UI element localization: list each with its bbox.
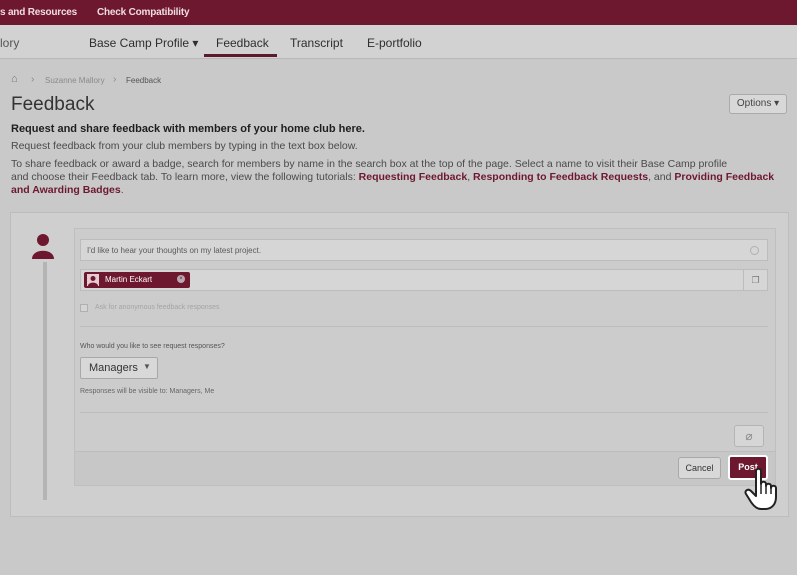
timeline-line (43, 262, 47, 500)
caret-down-icon: ▼ (143, 362, 151, 371)
top-bar: s and Resources Check Compatibility (0, 0, 797, 25)
help-text-line-2: and choose their Feedback tab. To learn … (11, 171, 359, 183)
awarding-badges-link[interactable]: and Awarding Badges (11, 184, 121, 196)
tab-transcript[interactable]: Transcript (290, 36, 343, 50)
responding-feedback-link[interactable]: Responding to Feedback Requests (473, 171, 648, 183)
breadcrumb-current: Feedback (126, 76, 162, 85)
intro-subtext: Request feedback from your club members … (11, 140, 358, 152)
tab-e-portfolio[interactable]: E-portfolio (367, 36, 422, 50)
breadcrumb-user[interactable]: Suzanne Mallory (45, 76, 105, 85)
request-form (74, 228, 776, 486)
check-compatibility-link[interactable]: Check Compatibility (97, 7, 190, 18)
help-end: . (120, 184, 124, 196)
help-text: To share feedback or award a badge, sear… (11, 158, 791, 197)
recipient-name: Martin Eckart (105, 275, 153, 284)
person-icon (87, 274, 99, 286)
message-input[interactable]: I'd like to hear your thoughts on my lat… (80, 239, 768, 261)
anonymous-label: Ask for anonymous feedback responses (95, 304, 220, 311)
address-book-icon[interactable]: ❐ (743, 270, 767, 290)
page-title: Feedback (11, 94, 95, 115)
breadcrumb-separator: › (113, 74, 117, 85)
form-footer (75, 451, 775, 485)
requesting-feedback-link[interactable]: Requesting Feedback (359, 171, 468, 183)
tab-base-camp-profile[interactable]: Base Camp Profile ▾ (89, 36, 198, 50)
nav-clipped-item[interactable]: lory (0, 36, 19, 50)
intro-heading: Request and share feedback with members … (11, 123, 365, 135)
visibility-note: Responses will be visible to: Managers, … (80, 388, 215, 395)
cancel-button[interactable]: Cancel (678, 457, 721, 479)
visibility-question: Who would you like to see request respon… (80, 343, 225, 350)
attachment-icon[interactable]: ⌀ (734, 425, 764, 447)
resources-link[interactable]: s and Resources (0, 7, 77, 18)
profile-nav: lory Base Camp Profile ▾ Feedback Transc… (0, 25, 797, 59)
home-icon[interactable]: ⌂ (11, 73, 18, 85)
providing-feedback-link[interactable]: Providing Feedback (674, 171, 774, 183)
tab-feedback[interactable]: Feedback (216, 36, 269, 50)
divider (80, 326, 768, 327)
breadcrumb-separator: › (31, 74, 35, 85)
remove-recipient-icon[interactable]: × (177, 275, 185, 283)
options-button[interactable]: Options ▾ (729, 94, 787, 114)
clear-icon[interactable] (750, 246, 759, 255)
anonymous-checkbox[interactable] (80, 304, 88, 312)
divider (80, 412, 768, 413)
help-sep: , and (648, 171, 675, 183)
help-text-line-1: To share feedback or award a badge, sear… (11, 158, 728, 170)
hand-cursor-icon (744, 467, 777, 510)
visibility-selected: Managers (89, 362, 138, 374)
active-tab-indicator (204, 54, 277, 57)
user-avatar-icon (32, 234, 54, 259)
